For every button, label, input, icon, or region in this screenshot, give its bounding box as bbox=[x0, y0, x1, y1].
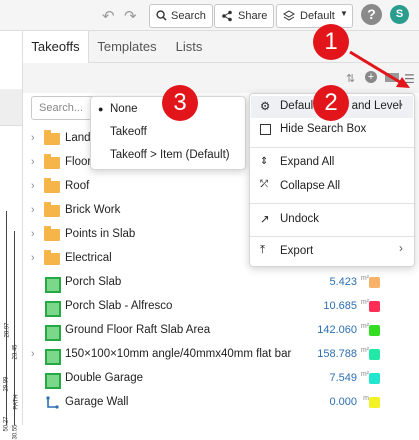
callout-badge-1: 1 bbox=[313, 24, 349, 60]
callout-arrow bbox=[349, 50, 410, 88]
callout-badge-3: 3 bbox=[162, 85, 198, 121]
callout-badge-2: 2 bbox=[313, 85, 349, 121]
dimension-label: 30.55 bbox=[12, 424, 19, 440]
